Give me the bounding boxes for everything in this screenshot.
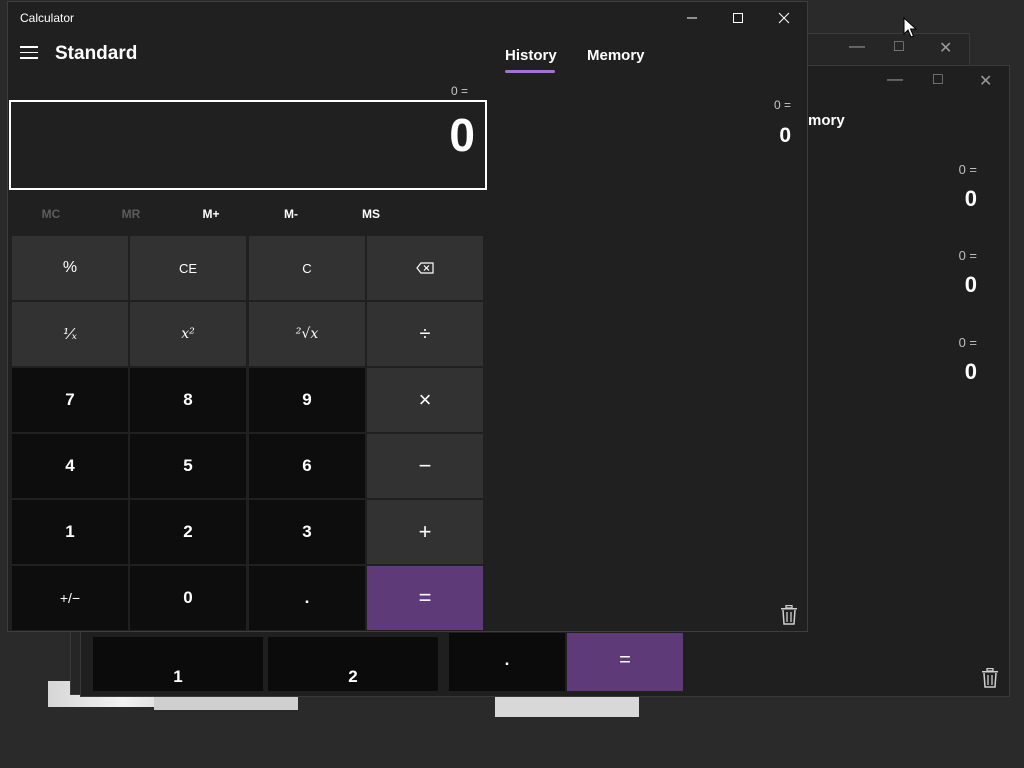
hamburger-menu-icon[interactable] bbox=[20, 46, 38, 60]
clear-entry-button[interactable]: CE bbox=[130, 236, 246, 300]
memory-subtract-button[interactable]: M- bbox=[266, 207, 316, 221]
background-key-1[interactable]: 1 bbox=[93, 637, 263, 691]
negate-button[interactable]: +/− bbox=[12, 566, 128, 630]
history-value[interactable]: 0 bbox=[965, 186, 977, 212]
close-icon[interactable]: ✕ bbox=[979, 71, 992, 91]
active-tab-indicator bbox=[505, 70, 555, 73]
backspace-button[interactable] bbox=[367, 236, 483, 300]
tab-memory[interactable]: Memory bbox=[587, 47, 645, 64]
minimize-icon[interactable]: — bbox=[849, 38, 865, 56]
tab-history[interactable]: History bbox=[505, 47, 557, 64]
history-expression: 0 = bbox=[958, 248, 977, 263]
digit-7-button[interactable]: 7 bbox=[12, 368, 128, 432]
history-item-expression: 0 = bbox=[773, 98, 791, 112]
history-item-value[interactable]: 0 bbox=[779, 124, 791, 148]
memory-add-button[interactable]: M+ bbox=[186, 207, 236, 221]
memory-store-button[interactable]: MS bbox=[346, 207, 396, 221]
divide-button[interactable]: ÷ bbox=[367, 302, 483, 366]
digit-3-button[interactable]: 3 bbox=[249, 500, 365, 564]
close-icon bbox=[778, 12, 790, 24]
mouse-cursor-icon bbox=[903, 17, 917, 38]
window-title: Calculator bbox=[20, 11, 75, 25]
digit-8-button[interactable]: 8 bbox=[130, 368, 246, 432]
close-icon[interactable]: ✕ bbox=[939, 38, 952, 58]
history-expression: 0 = bbox=[958, 335, 977, 350]
memory-recall-button[interactable]: MR bbox=[106, 207, 156, 221]
minimize-button[interactable] bbox=[669, 2, 715, 34]
maximize-icon[interactable]: □ bbox=[933, 71, 943, 89]
digit-5-button[interactable]: 5 bbox=[130, 434, 246, 498]
result-display: 0 bbox=[9, 100, 487, 190]
calculator-window: Calculator Standard 0 = 0 MC MR M+ M- MS… bbox=[7, 1, 808, 632]
calculator-mode-title: Standard bbox=[55, 43, 138, 64]
multiply-button[interactable]: × bbox=[367, 368, 483, 432]
expression-display: 0 = bbox=[450, 84, 468, 98]
tab-memory-fragment[interactable]: mory bbox=[808, 112, 845, 129]
minimize-icon bbox=[687, 17, 697, 19]
square-root-button[interactable]: ²√x bbox=[249, 302, 365, 366]
equals-button[interactable]: = bbox=[367, 566, 483, 630]
history-value[interactable]: 0 bbox=[965, 359, 977, 385]
maximize-icon bbox=[733, 13, 743, 23]
maximize-button[interactable] bbox=[715, 2, 761, 34]
backspace-icon bbox=[416, 262, 434, 274]
decimal-button[interactable]: . bbox=[249, 566, 365, 630]
digit-1-button[interactable]: 1 bbox=[12, 500, 128, 564]
result-value: 0 bbox=[449, 109, 475, 161]
digit-0-button[interactable]: 0 bbox=[130, 566, 246, 630]
close-button[interactable] bbox=[761, 2, 807, 34]
background-key-2[interactable]: 2 bbox=[268, 637, 438, 691]
trash-icon[interactable] bbox=[981, 668, 999, 688]
desktop-fragment bbox=[495, 695, 639, 717]
add-button[interactable]: + bbox=[367, 500, 483, 564]
reciprocal-button[interactable]: ¹⁄ₓ bbox=[12, 302, 128, 366]
digit-9-button[interactable]: 9 bbox=[249, 368, 365, 432]
background-key-equals[interactable]: = bbox=[567, 633, 683, 691]
background-key-decimal[interactable]: . bbox=[449, 633, 565, 691]
square-button[interactable]: x² bbox=[130, 302, 246, 366]
clear-button[interactable]: C bbox=[249, 236, 365, 300]
digit-6-button[interactable]: 6 bbox=[249, 434, 365, 498]
maximize-icon[interactable]: □ bbox=[894, 38, 904, 56]
history-expression: 0 = bbox=[958, 162, 977, 177]
trash-icon[interactable] bbox=[780, 605, 798, 625]
digit-2-button[interactable]: 2 bbox=[130, 500, 246, 564]
history-value[interactable]: 0 bbox=[965, 272, 977, 298]
memory-clear-button[interactable]: MC bbox=[26, 207, 76, 221]
subtract-button[interactable]: − bbox=[367, 434, 483, 498]
minimize-icon[interactable]: — bbox=[887, 71, 903, 89]
percent-button[interactable]: % bbox=[12, 236, 128, 300]
digit-4-button[interactable]: 4 bbox=[12, 434, 128, 498]
